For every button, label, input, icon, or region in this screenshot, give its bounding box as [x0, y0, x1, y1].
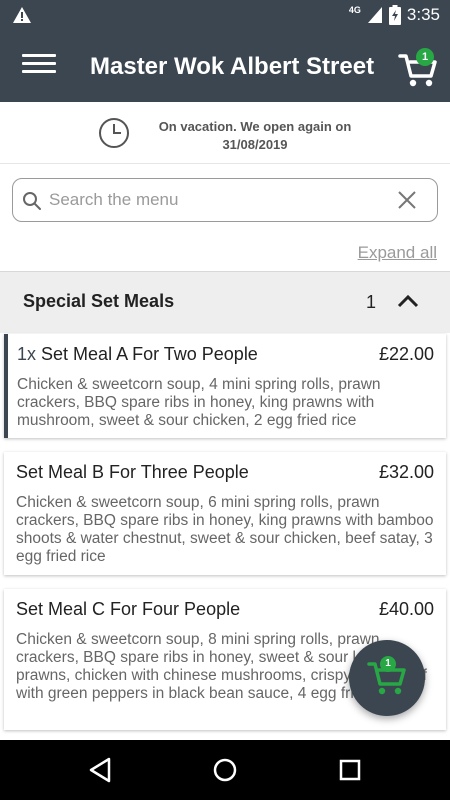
search-icon	[23, 192, 41, 210]
chevron-up-icon[interactable]	[397, 294, 419, 308]
warning-icon	[13, 7, 31, 23]
vacation-notice-text: On vacation. We open again on 31/08/2019	[158, 119, 352, 152]
back-icon[interactable]	[88, 757, 112, 783]
home-icon[interactable]	[212, 757, 238, 783]
system-nav-bar	[0, 740, 450, 800]
floating-cart-button[interactable]: 1	[349, 640, 425, 716]
cart-button[interactable]: 1	[398, 46, 442, 90]
category-count: 1	[366, 292, 377, 312]
battery-icon	[388, 5, 401, 25]
menu-item[interactable]: Set Meal B For Three People £32.00 Chick…	[4, 452, 446, 575]
status-bar: 4G 3:35	[0, 0, 450, 32]
clock-time: 3:35	[406, 5, 440, 24]
floating-cart-count-badge: 1	[380, 656, 396, 672]
expand-all-link[interactable]: Expand all	[358, 243, 437, 263]
vacation-notice: On vacation. We open again on 31/08/2019	[0, 102, 450, 164]
search-bar	[12, 178, 438, 222]
menu-item-price: £40.00	[378, 599, 434, 619]
menu-item-title: Set Meal C For Four People	[16, 599, 241, 619]
menu-item-title: Set Meal B For Three People	[16, 462, 249, 482]
menu-item-quantity: 1x	[17, 344, 37, 364]
category-header-special-set-meals[interactable]: Special Set Meals 1	[0, 271, 450, 333]
network-type-label: 4G	[348, 5, 361, 15]
page-title: Master Wok Albert Street	[90, 53, 375, 80]
menu-item-title: Set Meal A For Two People	[41, 344, 258, 364]
menu-item-description: Chicken & sweetcorn soup, 6 mini spring …	[16, 494, 434, 565]
network-icon	[367, 7, 382, 23]
app-bar: Master Wok Albert Street 1	[0, 32, 450, 102]
menu-item[interactable]: 1x Set Meal A For Two People £22.00 Chic…	[4, 334, 446, 438]
recents-icon[interactable]	[339, 757, 361, 783]
close-icon[interactable]	[397, 190, 417, 210]
menu-item-description: Chicken & sweetcorn soup, 4 mini spring …	[17, 376, 381, 429]
menu-item-price: £32.00	[378, 462, 434, 482]
search-input[interactable]	[49, 187, 389, 213]
menu-item-title-wrap: 1x Set Meal A For Two People	[17, 344, 258, 365]
menu-item-price: £22.00	[378, 344, 434, 364]
cart-count-badge: 1	[416, 48, 434, 66]
clock-icon	[99, 118, 129, 148]
hamburger-menu-icon[interactable]	[22, 54, 56, 80]
category-name: Special Set Meals	[23, 291, 175, 311]
